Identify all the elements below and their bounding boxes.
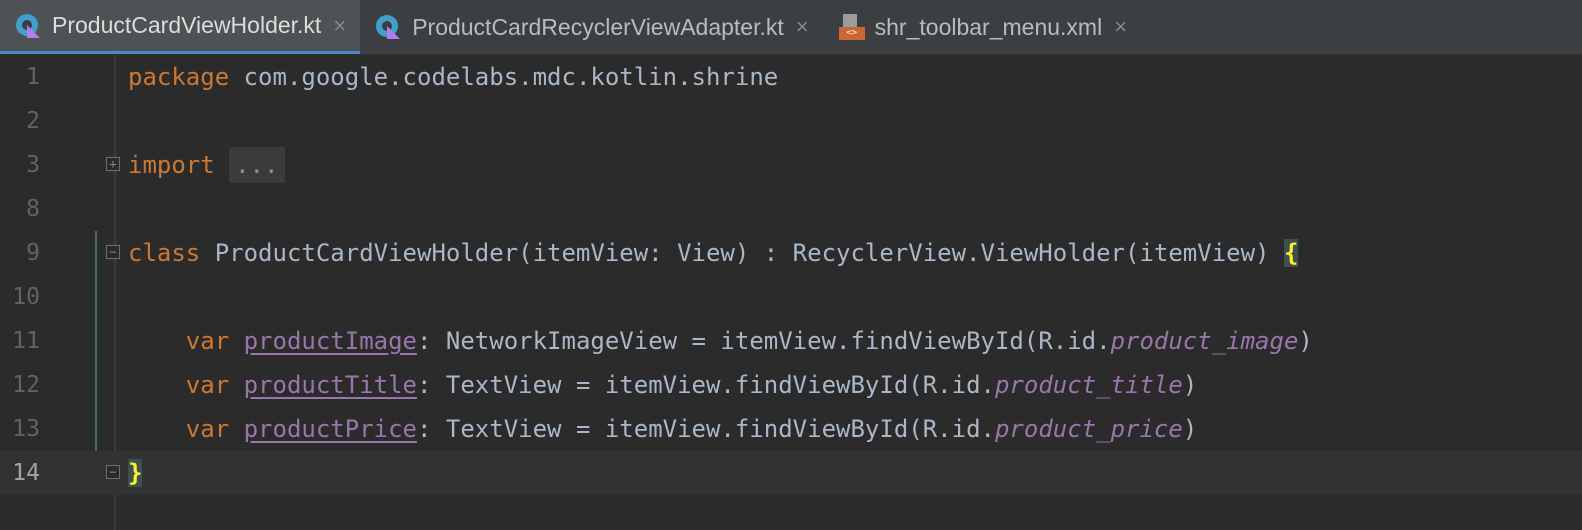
line-number: 3 xyxy=(26,152,40,178)
line-number: 12 xyxy=(12,372,40,398)
line-number: 1 xyxy=(26,64,40,90)
code-text[interactable]: } xyxy=(128,451,143,495)
keyword: package xyxy=(128,63,230,91)
code-line[interactable]: 8 xyxy=(0,187,1582,231)
close-paren: ) xyxy=(1182,371,1198,399)
code-line[interactable]: 11 var productImage: NetworkImageView = … xyxy=(0,319,1582,363)
code-text[interactable]: var productPrice: TextView = itemView.fi… xyxy=(128,407,1197,451)
code-editor[interactable]: 1 package com.google.codelabs.mdc.kotlin… xyxy=(0,55,1582,530)
code-line[interactable]: 3 + import ... xyxy=(0,143,1582,187)
tab-productcardrecyclerviewadapter[interactable]: ProductCardRecyclerViewAdapter.kt × xyxy=(360,0,822,54)
line-number: 9 xyxy=(26,240,40,266)
line-number: 13 xyxy=(12,416,40,442)
line-number: 11 xyxy=(12,328,40,354)
resource-id: product_price xyxy=(994,415,1183,443)
current-code-line[interactable]: 14 − } xyxy=(0,451,1582,495)
property-name: productImage xyxy=(243,327,417,355)
close-paren: ) xyxy=(1298,327,1313,355)
line-number: 8 xyxy=(26,196,40,222)
expression: : TextView = itemView.findViewById(R.id. xyxy=(417,371,995,399)
line-number: 2 xyxy=(26,108,40,134)
resource-id: product_image xyxy=(1110,327,1299,355)
code-line[interactable]: 10 xyxy=(0,275,1582,319)
property-name: productTitle xyxy=(243,371,417,399)
xml-file-icon: <> xyxy=(838,14,865,40)
fold-collapse-icon[interactable]: − xyxy=(106,245,120,259)
tab-label: ProductCardRecyclerViewAdapter.kt xyxy=(412,13,784,40)
close-icon[interactable]: × xyxy=(796,14,809,40)
code-line[interactable]: 9 − class ProductCardViewHolder(itemView… xyxy=(0,231,1582,275)
kotlin-file-icon xyxy=(376,14,402,40)
package-name: com.google.codelabs.mdc.kotlin.shrine xyxy=(229,63,779,91)
close-icon[interactable]: × xyxy=(333,13,346,39)
code-text[interactable]: class ProductCardViewHolder(itemView: Vi… xyxy=(128,231,1299,275)
code-line[interactable]: 12 var productTitle: TextView = itemView… xyxy=(0,363,1582,407)
matched-brace: { xyxy=(1283,239,1299,267)
code-text[interactable]: import ... xyxy=(128,143,285,187)
tab-label: ProductCardViewHolder.kt xyxy=(52,12,322,38)
code-text[interactable]: var productImage: NetworkImageView = ite… xyxy=(128,319,1313,363)
tab-label: shr_toolbar_menu.xml xyxy=(874,13,1103,40)
keyword: class xyxy=(128,239,201,267)
expression: : NetworkImageView = itemView.findViewBy… xyxy=(417,327,1111,355)
fold-collapse-icon[interactable]: − xyxy=(106,465,120,479)
line-number: 10 xyxy=(12,284,40,310)
class-declaration: ProductCardViewHolder(itemView: View) : … xyxy=(200,239,1284,267)
editor-tab-bar: ProductCardViewHolder.kt × ProductCardRe… xyxy=(0,0,1582,55)
close-icon[interactable]: × xyxy=(1114,14,1127,40)
code-line[interactable]: 13 var productPrice: TextView = itemView… xyxy=(0,407,1582,451)
folded-imports[interactable]: ... xyxy=(229,147,285,183)
keyword: var xyxy=(185,327,230,355)
keyword: var xyxy=(185,415,230,443)
matched-brace: } xyxy=(128,459,143,487)
fold-expand-icon[interactable]: + xyxy=(106,157,120,171)
tab-productcardviewholder[interactable]: ProductCardViewHolder.kt × xyxy=(0,0,361,54)
code-line[interactable]: 2 xyxy=(0,99,1582,143)
kotlin-file-icon xyxy=(16,13,42,39)
tab-shr-toolbar-menu[interactable]: <> shr_toolbar_menu.xml × xyxy=(823,0,1141,54)
code-line[interactable]: 1 package com.google.codelabs.mdc.kotlin… xyxy=(0,55,1582,99)
code-text[interactable]: var productTitle: TextView = itemView.fi… xyxy=(128,363,1197,407)
property-name: productPrice xyxy=(243,415,417,443)
close-paren: ) xyxy=(1182,415,1198,443)
resource-id: product_title xyxy=(994,371,1183,399)
keyword: import xyxy=(128,151,215,179)
line-number: 14 xyxy=(12,460,40,486)
keyword: var xyxy=(185,371,230,399)
expression: : TextView = itemView.findViewById(R.id. xyxy=(417,415,995,443)
code-text[interactable]: package com.google.codelabs.mdc.kotlin.s… xyxy=(128,55,778,99)
